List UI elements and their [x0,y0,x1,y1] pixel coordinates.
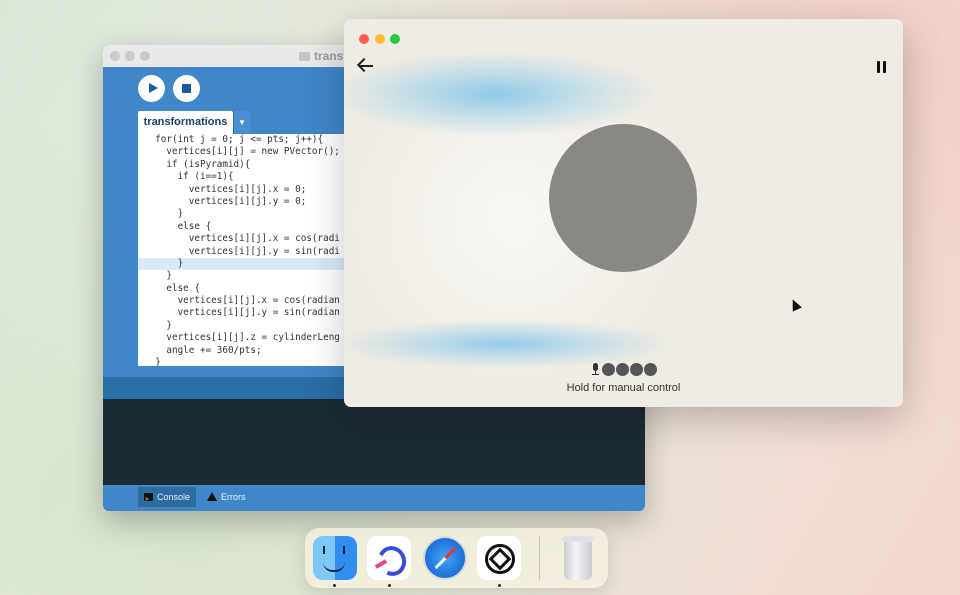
code-text: vertices[i][j].x = cos(radi [144,233,340,245]
code-text: } [144,208,184,220]
code-text: } [144,257,184,269]
tab-menu-button[interactable]: ▼ [233,111,250,134]
audio-level-dot [616,363,629,376]
code-text: } [144,270,172,282]
console-tab-label: Console [157,492,191,502]
code-text: vertices[i][j].z = cylinderLeng [144,332,340,344]
close-window-button[interactable] [359,34,369,44]
code-text: } [144,357,161,366]
minimize-window-button[interactable] [375,34,385,44]
code-text: else { [144,282,200,294]
manual-control-hint[interactable]: Hold for manual control [344,382,903,394]
code-text: vertices[i][j].y = sin(radi [144,245,340,257]
errors-tab-label: Errors [221,492,246,502]
tab-errors[interactable]: Errors [201,487,252,507]
audio-level-dot [630,363,643,376]
dock-divider [539,536,540,580]
microphone-icon[interactable] [592,363,599,375]
voice-mode-window: Hold for manual control [344,19,903,407]
warning-icon [207,492,217,501]
back-arrow-icon[interactable] [356,57,374,73]
audio-level-dot [644,363,657,376]
dock [305,528,608,588]
chatgpt-icon[interactable] [477,536,521,580]
dreamweaver-icon[interactable] [367,536,411,580]
voice-orb[interactable] [549,124,697,272]
safari-icon[interactable] [423,536,467,580]
code-text: vertices[i][j].y = 0; [144,195,307,207]
audio-level-dot [602,363,615,376]
tab-transformations[interactable]: transformations [138,111,233,134]
code-text: if (isPyramid){ [144,158,251,170]
code-text: vertices[i][j].x = cos(radian [144,295,340,307]
play-icon [149,83,158,93]
code-text: else { [144,220,212,232]
code-text: } [144,319,172,331]
code-text: vertices[i][j].y = sin(radian [144,307,340,319]
code-text: angle += 360/pts; [144,344,262,356]
close-window-button[interactable] [110,51,120,61]
console-tab-bar: Console Errors [103,485,645,511]
stop-icon [182,84,191,93]
running-indicator [388,584,391,587]
tab-console[interactable]: Console [138,487,197,510]
minimize-window-button[interactable] [125,51,135,61]
console-output[interactable] [103,399,645,485]
code-text: vertices[i][j].x = 0; [144,183,307,195]
run-button[interactable] [138,75,165,102]
stop-button[interactable] [173,75,200,102]
zoom-window-button[interactable] [390,34,400,44]
running-indicator [333,584,336,587]
trash-icon[interactable] [560,534,596,582]
pause-icon[interactable] [877,61,887,73]
running-indicator [498,584,501,587]
code-text: if (i==1){ [144,171,234,183]
zoom-window-button[interactable] [140,51,150,61]
console-icon [144,490,153,510]
finder-icon[interactable] [313,536,357,580]
code-text: vertices[i][j] = new PVector(); [144,146,340,158]
line-number-gutter [103,134,138,366]
code-text: for(int j = 0; j <= pts; j++){ [144,134,324,145]
